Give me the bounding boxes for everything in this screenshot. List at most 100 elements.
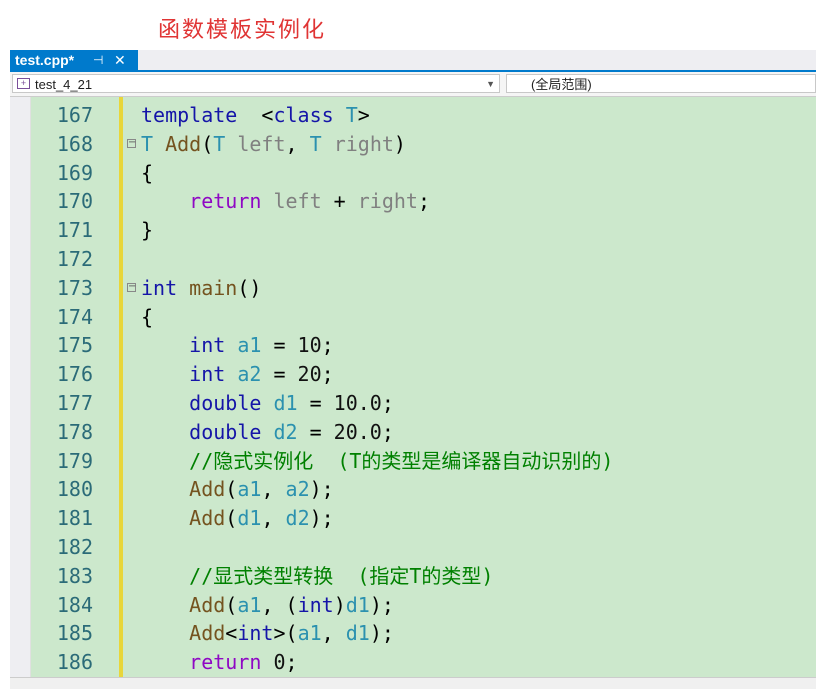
code-token: ; xyxy=(321,333,334,358)
code-token: > xyxy=(357,103,370,127)
code-line[interactable]: 172 xyxy=(31,245,816,274)
code-line[interactable]: 178 double d2 = 20.0; xyxy=(31,418,816,447)
line-source: { xyxy=(141,159,153,188)
line-number: 180 xyxy=(56,477,93,502)
line-source: return 0; xyxy=(141,648,298,677)
collapse-icon[interactable]: − xyxy=(127,281,136,292)
code-token: , xyxy=(261,506,286,531)
code-token: 10 xyxy=(297,333,322,358)
code-line[interactable]: 171} xyxy=(31,216,816,245)
code-token: () xyxy=(237,275,262,300)
code-line[interactable]: 179 //隐式实例化 (T的类型是编译器自动识别的) xyxy=(31,447,816,476)
line-number: 179 xyxy=(56,448,93,473)
line-source: int main() xyxy=(141,274,261,303)
code-line[interactable]: 170 return left + right; xyxy=(31,187,816,216)
line-source: return left + right; xyxy=(141,187,430,216)
line-number: 181 xyxy=(56,506,93,531)
code-line[interactable]: 180 Add(a1, a2); xyxy=(31,475,816,504)
code-line[interactable]: 186 return 0; xyxy=(31,648,816,677)
code-line[interactable]: 181 Add(d1, d2); xyxy=(31,504,816,533)
code-token: , xyxy=(321,621,346,646)
line-source: //隐式实例化 (T的类型是编译器自动识别的) xyxy=(141,447,613,476)
collapse-icon[interactable]: − xyxy=(127,137,136,148)
line-source: double d1 = 10.0; xyxy=(141,389,394,418)
line-number: 168 xyxy=(56,131,93,156)
close-icon[interactable]: ✕ xyxy=(114,50,126,70)
code-token: d1 xyxy=(261,391,298,415)
code-token: ( xyxy=(201,131,214,156)
project-dropdown[interactable]: + test_4_21 ▼ xyxy=(12,74,500,93)
code-line[interactable]: 167 template <class T> xyxy=(31,101,816,130)
line-number: 185 xyxy=(56,621,93,646)
code-line[interactable]: 182 xyxy=(31,533,816,562)
line-number: 182 xyxy=(56,535,93,559)
chevron-down-icon[interactable]: ▼ xyxy=(486,75,495,94)
code-line[interactable]: 184 Add(a1, (int)d1); xyxy=(31,591,816,620)
line-source: } xyxy=(141,216,153,245)
line-number: 170 xyxy=(56,189,93,214)
code-line[interactable]: 169 { xyxy=(31,159,816,188)
code-token: a1 xyxy=(297,621,322,646)
code-line[interactable]: 176 int a2 = 20; xyxy=(31,360,816,389)
code-token: double xyxy=(189,419,262,444)
line-number: 178 xyxy=(56,419,93,444)
scope-dropdown[interactable]: (全局范围) xyxy=(506,74,816,93)
code-token: Add xyxy=(189,477,226,502)
line-source: Add(a1, (int)d1); xyxy=(141,591,394,620)
code-token: //隐式实例化 (T的类型是编译器自动识别的) xyxy=(189,448,614,473)
code-token: d1 xyxy=(345,621,370,646)
code-token: ( xyxy=(225,592,238,617)
code-token: int xyxy=(189,333,226,358)
code-token: ; xyxy=(381,391,394,415)
tab-test-cpp[interactable]: test.cpp* ⊣ ✕ xyxy=(10,50,138,70)
status-strip xyxy=(10,677,816,689)
code-token: int xyxy=(141,275,178,300)
code-token: ; xyxy=(321,362,334,387)
code-line[interactable]: 175 int a1 = 10; xyxy=(31,331,816,360)
line-number: 186 xyxy=(56,650,93,675)
line-number: 167 xyxy=(56,103,93,127)
code-token: d2 xyxy=(285,506,310,531)
code-token: < xyxy=(225,621,238,646)
code-token: { xyxy=(141,160,154,185)
code-token: 10.0 xyxy=(333,391,382,415)
line-number: 174 xyxy=(56,304,93,329)
code-token: int xyxy=(297,592,334,617)
line-number: 177 xyxy=(56,391,93,415)
code-token: d1 xyxy=(237,506,262,531)
code-token: T xyxy=(309,131,322,156)
code-line[interactable]: 177 double d1 = 10.0; xyxy=(31,389,816,418)
code-token: right xyxy=(357,189,418,214)
code-token: Add xyxy=(189,621,226,646)
pin-icon[interactable]: ⊣ xyxy=(93,50,103,70)
code-token: ); xyxy=(309,506,334,531)
code-token: template xyxy=(141,103,238,127)
code-token: ; xyxy=(381,419,394,444)
line-source: T Add(T left, T right) xyxy=(141,130,406,159)
code-token: ; xyxy=(417,189,431,214)
code-line[interactable]: 174 { xyxy=(31,303,816,332)
code-line[interactable]: 168− T Add(T left, T right) xyxy=(31,130,816,159)
code-token: Add xyxy=(153,131,202,156)
line-number: 172 xyxy=(56,247,93,271)
code-token: ; xyxy=(285,650,298,675)
code-line[interactable]: 183 //显式类型转换 (指定T的类型) xyxy=(31,562,816,591)
code-token: //显式类型转换 (指定T的类型) xyxy=(189,563,494,588)
page-title: 函数模板实例化 xyxy=(158,18,327,43)
tab-label: test.cpp* xyxy=(15,52,75,68)
line-number: 169 xyxy=(56,160,93,185)
line-source: Add<int>(a1, d1); xyxy=(141,619,394,648)
code-token: < xyxy=(237,103,274,127)
code-token: ) xyxy=(333,592,346,617)
code-line[interactable]: 185 Add<int>(a1, d1); xyxy=(31,619,816,648)
code-line[interactable]: 173 − int main() xyxy=(31,274,816,303)
